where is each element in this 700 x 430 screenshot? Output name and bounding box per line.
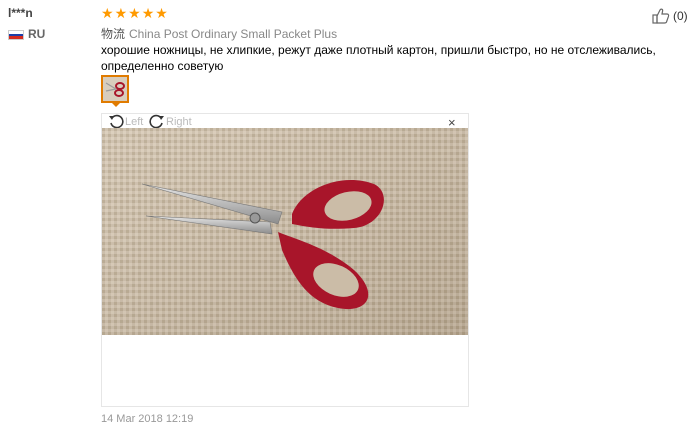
helpful-button[interactable]: (0) xyxy=(652,8,688,24)
rating-stars: ★ ★ ★ ★ ★ xyxy=(101,6,168,20)
helpful-count: (0) xyxy=(673,9,688,23)
star-icon: ★ xyxy=(141,5,155,21)
review-photo xyxy=(102,128,468,335)
star-icon: ★ xyxy=(155,5,168,21)
review-photo-thumbnail[interactable] xyxy=(101,75,129,103)
logistics-value: China Post Ordinary Small Packet Plus xyxy=(129,27,338,41)
star-icon: ★ xyxy=(114,5,128,21)
logistics-info: 物流 China Post Ordinary Small Packet Plus xyxy=(101,25,337,42)
review-text: хорошие ножницы, не хлипкие, режут даже … xyxy=(101,43,656,73)
reviewer-name: l***n xyxy=(8,6,33,20)
rotate-left-label: Left xyxy=(125,116,144,128)
thumbnail-caret xyxy=(112,103,120,107)
review-date: 14 Mar 2018 12:19 xyxy=(101,413,194,425)
thumbs-up-icon xyxy=(652,8,670,24)
star-icon: ★ xyxy=(128,5,141,21)
russia-flag-icon xyxy=(8,30,24,40)
reviewer-country: RU xyxy=(28,27,46,41)
logistics-label: 物流 xyxy=(101,27,126,41)
star-icon: ★ xyxy=(101,5,114,21)
rotate-right-label: Right xyxy=(166,116,192,128)
